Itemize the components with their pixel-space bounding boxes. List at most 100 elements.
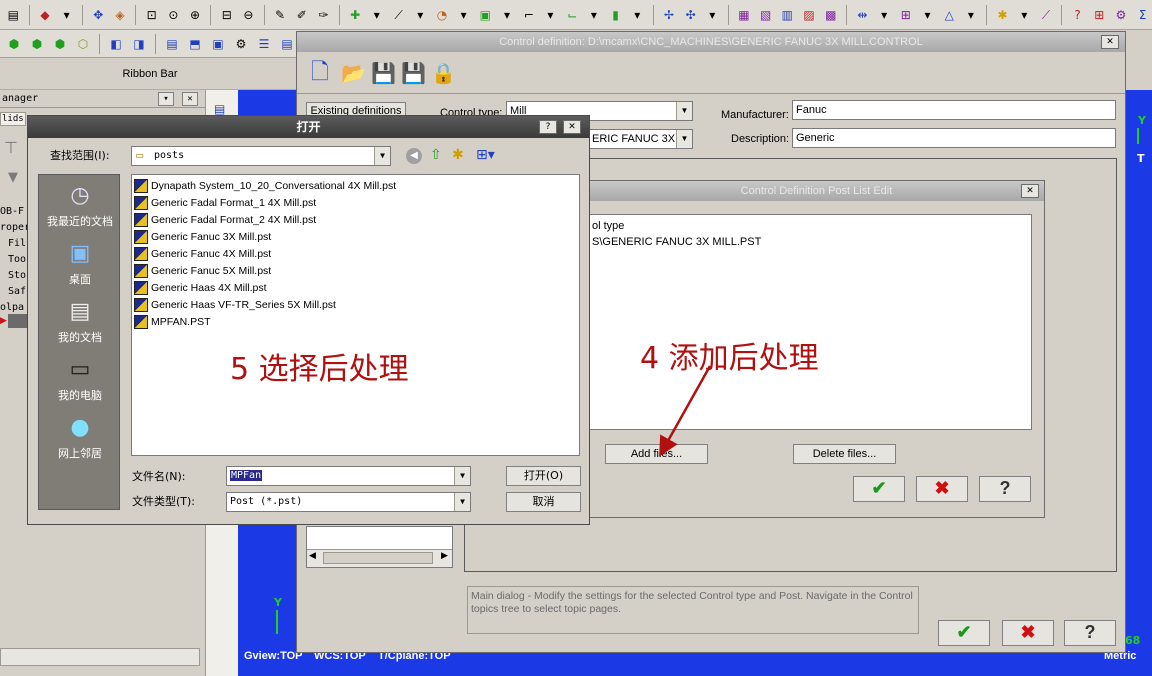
file-item[interactable]: Generic Fanuc 4X Mill.pst xyxy=(134,245,271,262)
file-item[interactable]: MPFAN.PST xyxy=(134,313,211,330)
look-in-select[interactable]: ▭ posts ▼ xyxy=(131,146,391,166)
fit-icon[interactable]: ◈ xyxy=(111,5,130,25)
cube-icon[interactable]: ◆ xyxy=(36,5,55,25)
trim-icon[interactable]: ⌙ xyxy=(563,5,582,25)
place-my-documents[interactable]: ▤ 我的文档 xyxy=(39,297,121,345)
delete-files-button[interactable]: Delete files... xyxy=(793,444,896,464)
new-file-icon[interactable]: 🗋 xyxy=(311,62,329,84)
sum-icon[interactable]: Σ xyxy=(1133,5,1152,25)
post-select[interactable]: ERIC FANUC 3X M ▼ xyxy=(577,129,693,149)
zoom-out-icon[interactable]: ⊖ xyxy=(239,5,258,25)
mirror-icon[interactable]: ▧ xyxy=(756,5,775,25)
settings-icon[interactable]: ⚙ xyxy=(1112,5,1131,25)
control-topics-tree[interactable]: ◀ ▶ xyxy=(306,526,453,568)
post-list-close-button[interactable]: ✕ xyxy=(1021,184,1039,198)
place-network[interactable]: ● 网上邻居 xyxy=(39,413,121,461)
open-dialog-cancel-button[interactable]: 取消 xyxy=(506,492,581,512)
collapse-icon[interactable]: ▼ xyxy=(8,170,18,185)
chevron-down-icon[interactable]: ▾ xyxy=(875,5,894,25)
tree-item-stock[interactable]: Sto xyxy=(0,268,30,284)
chevron-right-icon[interactable]: ▶ xyxy=(441,551,448,561)
layers-icon[interactable]: ⊞ xyxy=(896,5,915,25)
chevron-left-icon[interactable]: ◀ xyxy=(309,551,316,561)
cancel-button[interactable]: ✖ xyxy=(1002,620,1054,646)
solid-green-3-icon[interactable]: ⬢ xyxy=(50,34,70,54)
plane-2-icon[interactable]: ⬒ xyxy=(185,34,205,54)
chevron-down-icon[interactable]: ▼ xyxy=(454,493,470,511)
translate-icon[interactable]: ⇹ xyxy=(853,5,872,25)
open-dialog-close-button[interactable]: ✕ xyxy=(563,120,581,134)
open-dialog-help-button[interactable]: ? xyxy=(539,120,557,134)
gear-icon[interactable]: ⚙ xyxy=(231,34,251,54)
scroll-thumb[interactable] xyxy=(323,552,433,564)
file-item[interactable]: Dynapath System_10_20_Conversational 4X … xyxy=(134,177,396,194)
file-item[interactable]: Generic Haas 4X Mill.pst xyxy=(134,279,267,296)
topics-horizontal-scrollbar[interactable]: ◀ ▶ xyxy=(307,549,452,567)
solid-icon[interactable]: ▮ xyxy=(606,5,625,25)
chevron-down-icon[interactable]: ▾ xyxy=(541,5,560,25)
post-list-cancel-button[interactable]: ✖ xyxy=(916,476,968,502)
tree-item-properties[interactable]: roper xyxy=(0,220,30,236)
tree-item-files[interactable]: Fil xyxy=(0,236,30,252)
filetype-select[interactable]: Post (*.pst) ▼ xyxy=(226,492,471,512)
move-icon[interactable]: ✥ xyxy=(89,5,108,25)
chevron-down-icon[interactable]: ▾ xyxy=(1015,5,1034,25)
filename-input[interactable]: MPFan ▼ xyxy=(226,466,471,486)
place-desktop[interactable]: ▣ 桌面 xyxy=(39,239,121,287)
solid-green-1-icon[interactable]: ⬢ xyxy=(4,34,24,54)
zoom-in-icon[interactable]: ⊕ xyxy=(186,5,205,25)
xform-icon[interactable]: ▦ xyxy=(735,5,754,25)
chevron-down-icon[interactable]: ▼ xyxy=(676,102,692,120)
chevron-down-icon[interactable]: ▼ xyxy=(454,467,470,485)
chevron-down-icon[interactable]: ▾ xyxy=(585,5,604,25)
light-icon[interactable]: ✱ xyxy=(993,5,1012,25)
zoom-target-icon[interactable]: ⊙ xyxy=(164,5,183,25)
chevron-down-icon[interactable]: ▾ xyxy=(628,5,647,25)
up-folder-icon[interactable]: ⇧ xyxy=(430,147,442,163)
scale-icon[interactable]: ▨ xyxy=(800,5,819,25)
file-item[interactable]: Generic Fanuc 3X Mill.pst xyxy=(134,228,271,245)
description-field[interactable]: Generic xyxy=(792,128,1116,148)
manager-horizontal-scrollbar[interactable] xyxy=(0,648,200,666)
manager-close-button[interactable]: ✕ xyxy=(182,92,198,106)
document-icon[interactable]: ▤ xyxy=(214,102,225,116)
save-icon[interactable]: 💾 xyxy=(371,62,396,84)
manager-dropdown-button[interactable]: ▾ xyxy=(158,92,174,106)
save-as-icon[interactable]: 💾 xyxy=(401,62,426,84)
repaint-icon[interactable]: ✎ xyxy=(271,5,290,25)
place-my-computer[interactable]: ▭ 我的电脑 xyxy=(39,355,121,403)
fillet-icon[interactable]: ⌐ xyxy=(519,5,538,25)
offset-icon[interactable]: ▩ xyxy=(821,5,840,25)
wand-icon[interactable]: ⟋ xyxy=(1037,5,1056,25)
control-definition-close-button[interactable]: ✕ xyxy=(1101,35,1119,49)
file-list[interactable]: Dynapath System_10_20_Conversational 4X … xyxy=(131,174,580,456)
post-list-entry[interactable]: S\GENERIC FANUC 3X MILL.PST xyxy=(592,235,761,249)
solid-green-2-icon[interactable]: ⬢ xyxy=(27,34,47,54)
file-item[interactable]: Generic Haas VF-TR_Series 5X Mill.pst xyxy=(134,296,336,313)
chevron-down-icon[interactable]: ▼ xyxy=(374,147,390,165)
wireframe-icon[interactable]: ✐ xyxy=(292,5,311,25)
grid-icon[interactable]: ⊞ xyxy=(1090,5,1109,25)
file-item[interactable]: Generic Fadal Format_2 4X Mill.pst xyxy=(134,211,316,228)
post-list-help-button[interactable]: ? xyxy=(979,476,1031,502)
zoom-window-icon[interactable]: ⊡ xyxy=(142,5,161,25)
tree-item-tool[interactable]: Too xyxy=(0,252,30,268)
control-definition-titlebar[interactable]: Control definition: D:\mcamx\CNC_MACHINE… xyxy=(297,32,1125,52)
post-list-titlebar[interactable]: Control Definition Post List Edit xyxy=(589,181,1044,201)
line-icon[interactable]: ⟋ xyxy=(389,5,408,25)
lock-icon[interactable]: 🔒 xyxy=(431,62,456,84)
analyze-icon[interactable]: ✢ xyxy=(660,5,679,25)
plane-4-icon[interactable]: ☰ xyxy=(254,34,274,54)
chevron-down-icon[interactable]: ▾ xyxy=(57,5,76,25)
file-item[interactable]: Generic Fanuc 5X Mill.pst xyxy=(134,262,271,279)
post-list-ok-button[interactable]: ✔ xyxy=(853,476,905,502)
chevron-down-icon[interactable]: ▾ xyxy=(918,5,937,25)
back-icon[interactable]: ◀ xyxy=(406,148,422,164)
chevron-down-icon[interactable]: ▼ xyxy=(676,130,692,148)
new-folder-icon[interactable]: ✱ xyxy=(452,147,464,163)
help-button[interactable]: ? xyxy=(1064,620,1116,646)
rotate-icon[interactable]: ▥ xyxy=(778,5,797,25)
triangle-icon[interactable]: △ xyxy=(940,5,959,25)
rectangle-icon[interactable]: ▣ xyxy=(476,5,495,25)
chevron-down-icon[interactable]: ▾ xyxy=(703,5,722,25)
